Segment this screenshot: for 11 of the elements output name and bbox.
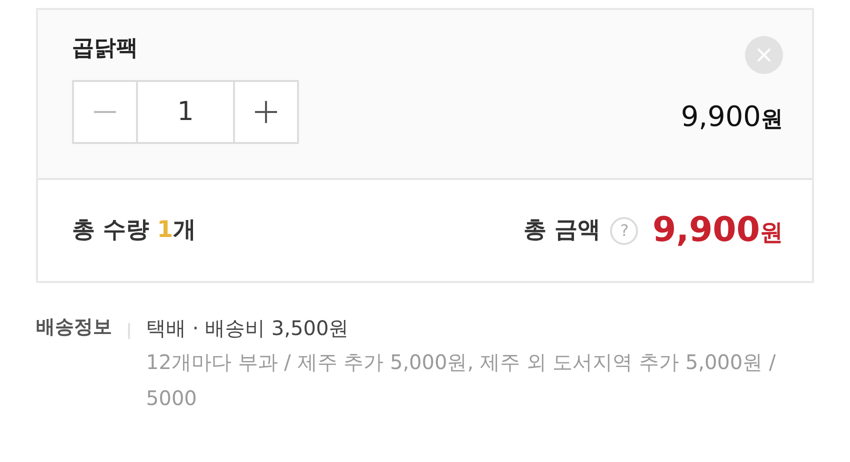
delivery-label: 배송정보	[36, 315, 112, 340]
price-amount: 9,900	[680, 99, 761, 135]
total-unit: 원	[760, 219, 783, 248]
delivery-method: 택배 · 배송비 3,500원	[146, 315, 350, 342]
product-name: 곱닭팩	[72, 35, 139, 63]
price-unit: 원	[761, 106, 783, 134]
total-amount: 9,900	[652, 209, 760, 252]
total-quantity: 총 수량 1개	[72, 216, 196, 246]
delivery-detail: 12개마다 부과 / 제주 추가 5,000원, 제주 외 도서지역 추가 5,000원 / 5000	[146, 349, 777, 412]
quantity-field[interactable]: 1	[138, 80, 233, 144]
total-label: 총 금액	[523, 216, 600, 246]
